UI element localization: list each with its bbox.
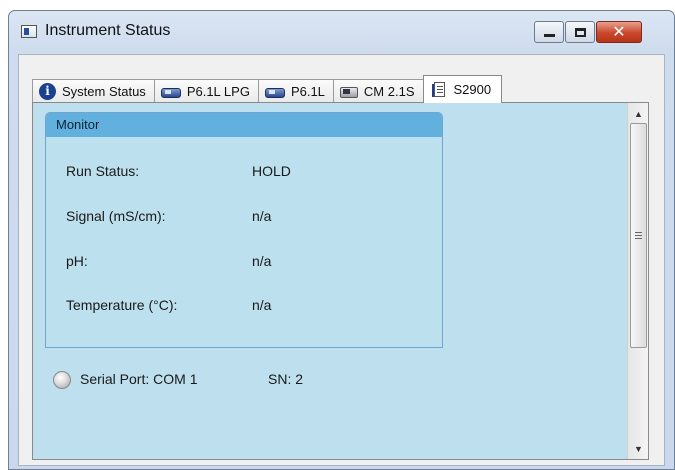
ph-value: n/a bbox=[252, 253, 272, 269]
serial-number-text: SN: 2 bbox=[268, 371, 304, 387]
tab-label: System Status bbox=[62, 84, 146, 99]
grey-device-icon bbox=[339, 85, 358, 99]
client-area: i System Status P6.1L LPG P6.1L CM 2.1S … bbox=[18, 54, 665, 466]
maximize-icon bbox=[574, 27, 586, 37]
tab-label: P6.1L bbox=[290, 84, 325, 99]
tab-label: S2900 bbox=[453, 82, 492, 97]
close-button[interactable]: ✕ bbox=[596, 21, 642, 43]
tab-panel-s2900: Monitor Run Status: HOLD Signal (mS/cm):… bbox=[32, 102, 649, 460]
run-status-value: HOLD bbox=[252, 163, 291, 179]
temperature-label: Temperature (°C): bbox=[66, 297, 178, 313]
serial-port-text: Serial Port: COM 1 bbox=[80, 371, 198, 387]
tab-system-status[interactable]: i System Status bbox=[32, 79, 155, 103]
tab-strip: i System Status P6.1L LPG P6.1L CM 2.1S … bbox=[32, 75, 503, 103]
tab-s2900[interactable]: S2900 bbox=[422, 75, 503, 103]
vertical-scrollbar[interactable]: ▲ ▼ bbox=[627, 103, 648, 459]
minimize-icon bbox=[543, 33, 555, 37]
maximize-button[interactable] bbox=[565, 21, 595, 43]
monitor-header: Monitor bbox=[46, 113, 442, 137]
info-icon: i bbox=[39, 83, 56, 100]
window-title: Instrument Status bbox=[45, 22, 171, 39]
run-status-label: Run Status: bbox=[66, 163, 140, 179]
tab-p61l-lpg[interactable]: P6.1L LPG bbox=[153, 79, 259, 103]
document-icon bbox=[431, 81, 448, 98]
monitor-group: Monitor Run Status: HOLD Signal (mS/cm):… bbox=[45, 112, 443, 348]
minimize-button[interactable] bbox=[534, 21, 564, 43]
connection-status-led-icon bbox=[53, 371, 71, 389]
ph-label: pH: bbox=[66, 253, 88, 269]
tab-label: CM 2.1S bbox=[363, 84, 415, 99]
tab-cm-21s[interactable]: CM 2.1S bbox=[332, 79, 424, 103]
signal-label: Signal (mS/cm): bbox=[66, 208, 166, 224]
scroll-down-button[interactable]: ▼ bbox=[630, 440, 647, 457]
tab-label: P6.1L LPG bbox=[186, 84, 250, 99]
app-window-icon bbox=[21, 25, 37, 38]
device-icon bbox=[264, 85, 285, 99]
device-icon bbox=[160, 85, 181, 99]
signal-value: n/a bbox=[252, 208, 272, 224]
scroll-thumb[interactable] bbox=[630, 123, 647, 348]
grip-icon bbox=[635, 232, 642, 239]
tab-p61l[interactable]: P6.1L bbox=[257, 79, 334, 103]
instrument-status-window: Instrument Status ✕ i System Status P6.1… bbox=[8, 10, 675, 470]
temperature-value: n/a bbox=[252, 297, 272, 313]
title-bar[interactable]: Instrument Status ✕ bbox=[9, 11, 674, 51]
scroll-up-button[interactable]: ▲ bbox=[630, 105, 647, 122]
close-icon: ✕ bbox=[612, 24, 626, 41]
